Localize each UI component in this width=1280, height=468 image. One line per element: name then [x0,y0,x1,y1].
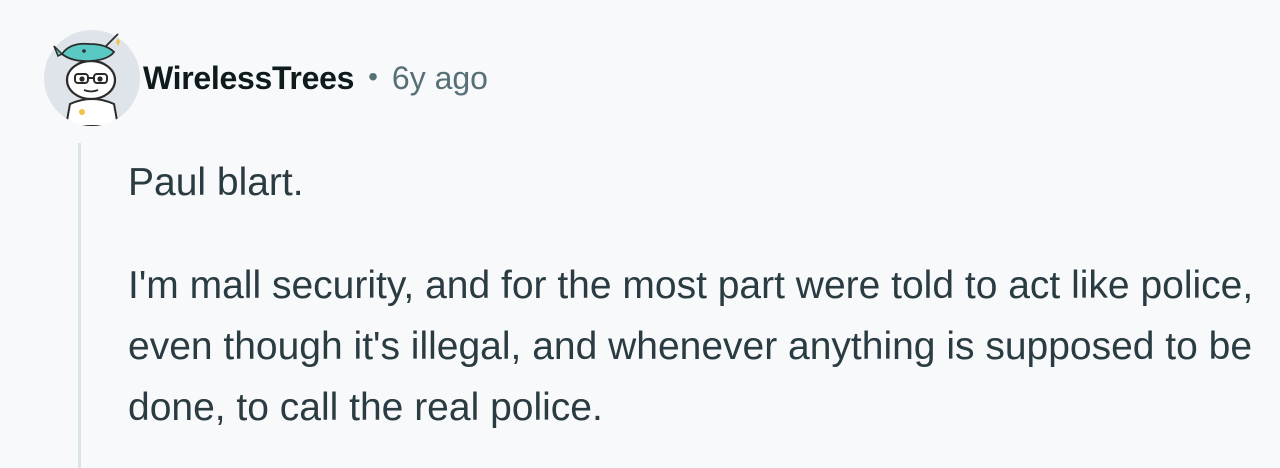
comment-body: Paul blart. I'm mall security, and for t… [128,152,1268,438]
snoo-avatar-icon [44,30,140,126]
comment-paragraph: I'm mall security, and for the most part… [128,264,1254,429]
thread-collapse-line[interactable] [78,143,81,468]
comment: WirelessTrees • 6y ago Paul blart. I'm m… [0,0,1280,468]
comment-meta: WirelessTrees • 6y ago [143,56,488,100]
author-username-link[interactable]: WirelessTrees [143,60,354,97]
comment-paragraph: Paul blart. [128,161,304,204]
meta-separator: • [368,61,378,92]
comment-timestamp-link[interactable]: 6y ago [392,60,488,97]
user-avatar-icon[interactable] [44,30,140,126]
